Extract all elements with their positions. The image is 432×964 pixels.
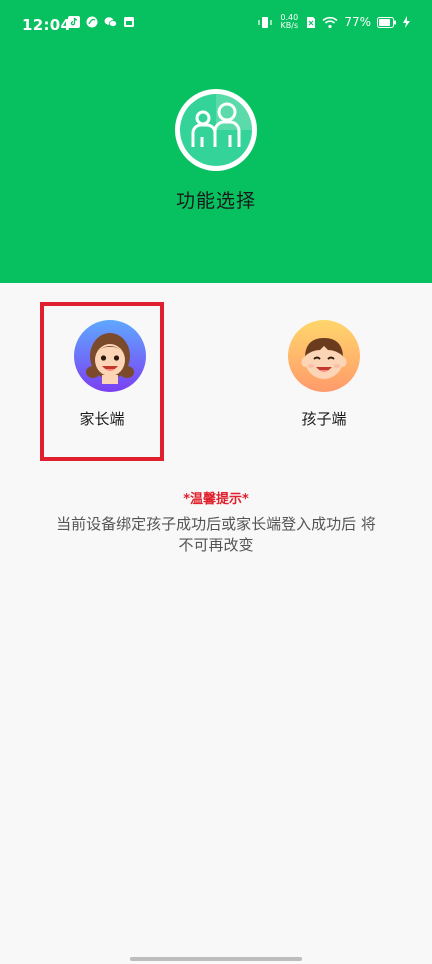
wechat-icon <box>104 17 117 27</box>
family-icon <box>175 89 257 171</box>
parent-avatar-icon <box>74 320 146 392</box>
charging-icon <box>403 16 410 28</box>
status-time: 12:04 <box>22 16 72 34</box>
app-notification-icon <box>86 16 98 28</box>
vibrate-icon <box>258 16 272 28</box>
store-icon <box>124 17 134 27</box>
tip-title: *温馨提示* <box>183 492 249 507</box>
parent-role-label: 家长端 <box>79 410 125 428</box>
tiktok-icon <box>68 16 80 28</box>
header-banner: 12:04 0.40 KB/s 77% 功能选择 <box>0 0 432 283</box>
battery-percent: 77% <box>344 15 371 29</box>
status-bar: 12:04 0.40 KB/s 77% <box>0 0 432 50</box>
home-indicator[interactable] <box>130 957 302 961</box>
wifi-icon <box>322 16 338 28</box>
network-speed: 0.40 KB/s <box>278 14 300 30</box>
network-speed-unit: KB/s <box>280 21 299 30</box>
battery-icon <box>377 16 396 28</box>
child-role-label: 孩子端 <box>301 410 347 428</box>
child-avatar-icon <box>288 320 360 392</box>
page-title: 功能选择 <box>175 190 256 212</box>
no-sim-icon <box>307 16 316 28</box>
parent-role-option[interactable]: 家长端 <box>40 302 164 461</box>
notification-icons <box>68 16 135 28</box>
tip-body: 当前设备绑定孩子成功后或家长端登入成功后 将不可再改变 <box>56 515 376 554</box>
child-role-option[interactable]: 孩子端 <box>262 302 386 461</box>
status-right: 0.40 KB/s 77% <box>258 14 410 30</box>
